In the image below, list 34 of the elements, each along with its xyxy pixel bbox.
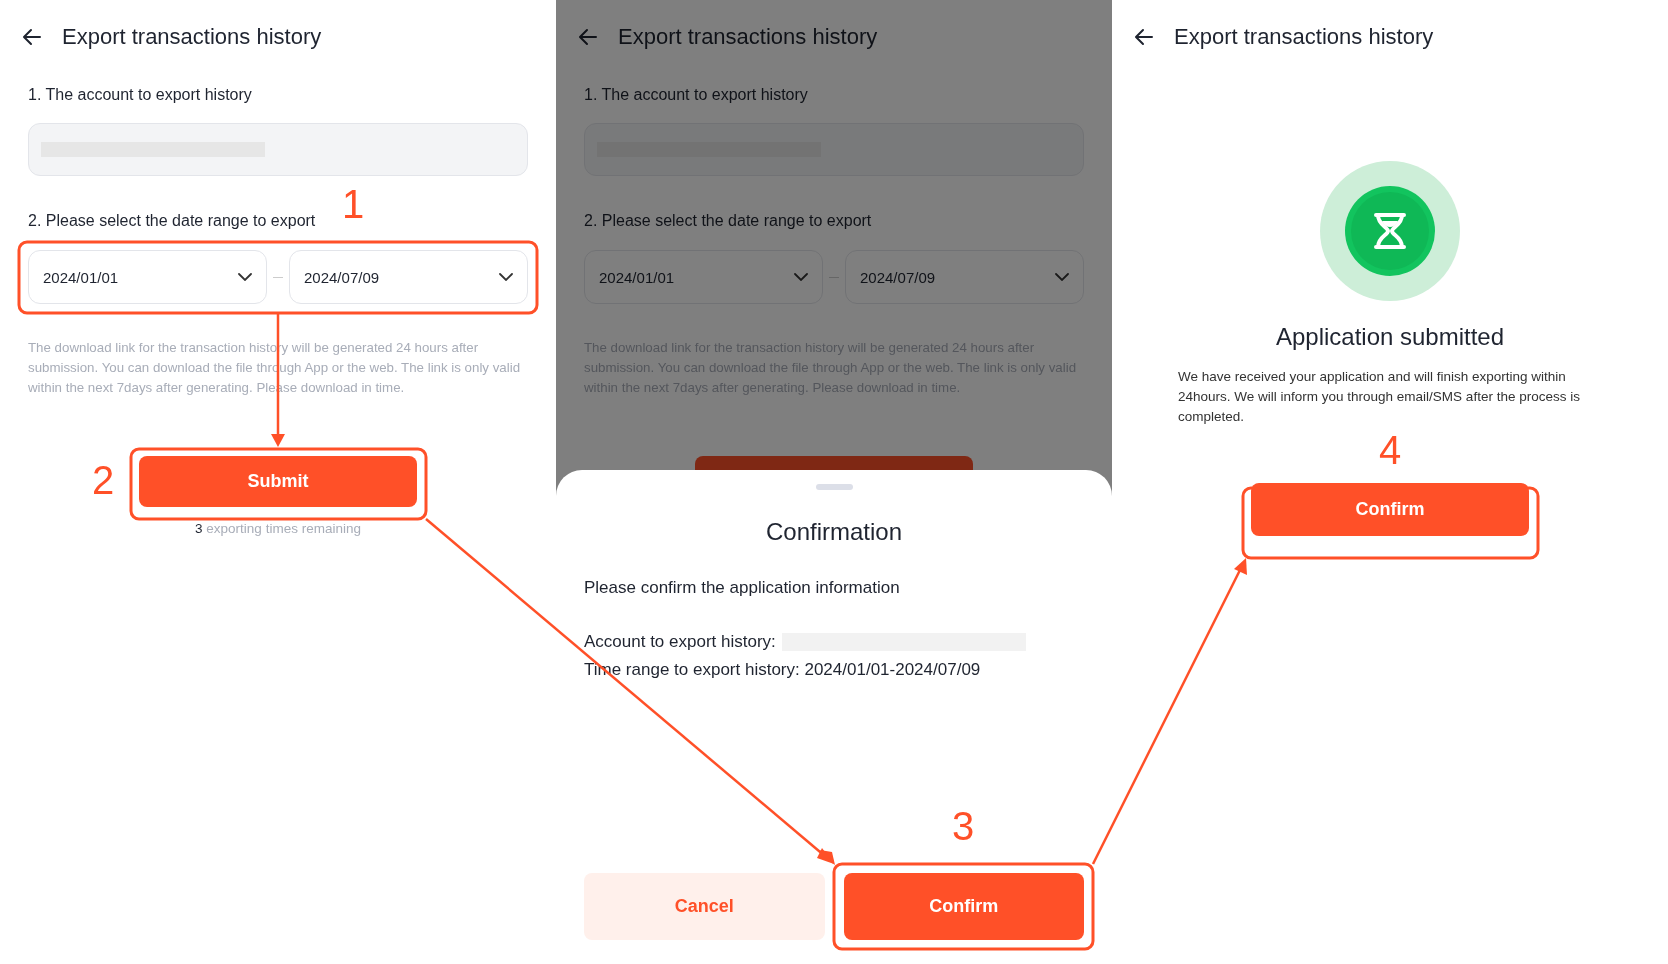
step-number: 1 (342, 184, 365, 224)
chevron-down-icon (499, 273, 513, 281)
field-label: 2. Please select the date range to export (28, 211, 317, 231)
drag-handle[interactable] (815, 484, 853, 490)
date-select[interactable]: 2024/01/01 (584, 250, 823, 304)
date-select[interactable]: 2024/07/09 (845, 250, 1084, 304)
step-number: 2 (92, 460, 115, 500)
step-number: 3 (952, 806, 975, 846)
hourglass-icon (1320, 161, 1460, 301)
result-message: We have received your application and will finish exporting within 24hours. We will inform you through email/SMS after the process is completed. (1177, 368, 1581, 426)
date-select[interactable]: 2024/07/09 (289, 250, 528, 304)
page-title: Export transactions history (62, 24, 322, 50)
chevron-down-icon (1055, 273, 1069, 281)
field-label: 1. The account to export history (28, 85, 253, 105)
account-label: Account to export history: (584, 632, 776, 652)
date-select[interactable]: 2024/01/01 (28, 250, 267, 304)
result-heading: Application submitted (1275, 323, 1505, 351)
confirm-button[interactable]: Confirm (1251, 483, 1529, 536)
field-label: 1. The account to export history (584, 85, 809, 105)
submit-button[interactable]: Submit (139, 456, 417, 507)
sheet-intro: Please confirm the application information (584, 578, 901, 598)
back-arrow-icon[interactable] (22, 27, 42, 47)
remaining-count: 3 exporting times remaining (195, 521, 361, 536)
cancel-button[interactable]: Cancel (584, 873, 825, 940)
confirm-button[interactable]: Confirm (843, 873, 1084, 940)
field-label: 2. Please select the date range to export (584, 211, 873, 231)
chevron-down-icon (238, 273, 252, 281)
back-arrow-icon[interactable] (1134, 27, 1154, 47)
step-number: 4 (1379, 430, 1402, 470)
sheet-title: Confirmation (765, 518, 903, 546)
account-field[interactable] (28, 123, 528, 176)
chevron-down-icon (794, 273, 808, 281)
page-title: Export transactions history (1174, 24, 1434, 50)
page-title: Export transactions history (618, 24, 878, 50)
